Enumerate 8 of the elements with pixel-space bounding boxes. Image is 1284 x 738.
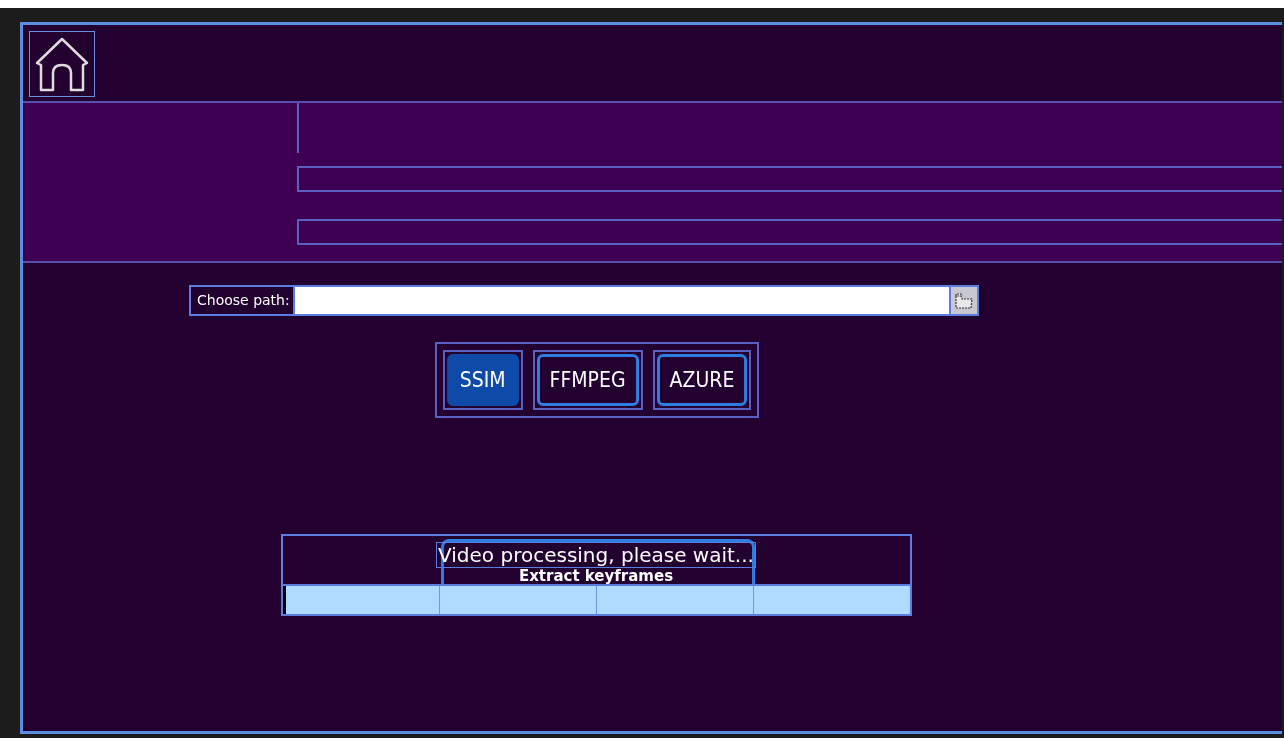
progress-caption: Extract keyframes [518, 568, 674, 584]
mode-button[interactable]: FFMPEG [536, 354, 639, 406]
mode-button[interactable]: AZURE [656, 354, 748, 406]
text-field[interactable] [297, 166, 1282, 192]
text-field[interactable] [297, 219, 1282, 245]
mode-button[interactable]: SSIM [446, 354, 519, 406]
home-button[interactable] [29, 31, 95, 97]
home-icon [33, 35, 91, 93]
